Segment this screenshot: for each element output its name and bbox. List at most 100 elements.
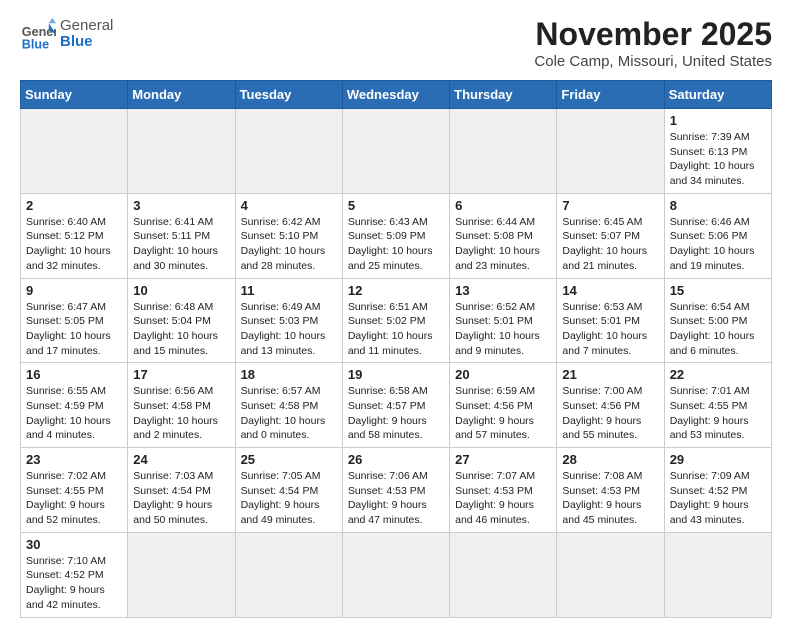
day-number: 30 bbox=[26, 537, 122, 552]
day-info: Sunrise: 6:48 AM Sunset: 5:04 PM Dayligh… bbox=[133, 300, 229, 359]
day-cell: 19Sunrise: 6:58 AM Sunset: 4:57 PM Dayli… bbox=[342, 363, 449, 448]
day-info: Sunrise: 7:09 AM Sunset: 4:52 PM Dayligh… bbox=[670, 469, 766, 528]
day-cell: 20Sunrise: 6:59 AM Sunset: 4:56 PM Dayli… bbox=[450, 363, 557, 448]
week-row-4: 23 Sunrise: 7:02 AM Sunset: 4:55 PM Dayli… bbox=[21, 448, 772, 533]
day-info: Sunrise: 6:53 AM Sunset: 5:01 PM Dayligh… bbox=[562, 300, 658, 359]
week-row-5: 30 Sunrise: 7:10 AM Sunset: 4:52 PM Dayli… bbox=[21, 532, 772, 617]
day-cell bbox=[557, 532, 664, 617]
day-info: Sunrise: 6:56 AM Sunset: 4:58 PM Dayligh… bbox=[133, 384, 229, 443]
day-number: 10 bbox=[133, 283, 229, 298]
day-info: Sunrise: 6:44 AM Sunset: 5:08 PM Dayligh… bbox=[455, 215, 551, 274]
day-number: 24 bbox=[133, 452, 229, 467]
day-info: Sunrise: 6:58 AM Sunset: 4:57 PM Dayligh… bbox=[348, 384, 444, 443]
day-info: Sunrise: 7:10 AM Sunset: 4:52 PM Dayligh… bbox=[26, 554, 122, 613]
weekday-header-friday: Friday bbox=[557, 81, 664, 109]
day-number: 16 bbox=[26, 367, 122, 382]
day-cell bbox=[342, 109, 449, 194]
day-number: 13 bbox=[455, 283, 551, 298]
week-row-3: 16 Sunrise: 6:55 AM Sunset: 4:59 PM Dayli… bbox=[21, 363, 772, 448]
day-cell: 11 Sunrise: 6:49 AM Sunset: 5:03 PM Dayli… bbox=[235, 278, 342, 363]
weekday-header-saturday: Saturday bbox=[664, 81, 771, 109]
day-info: Sunrise: 6:45 AM Sunset: 5:07 PM Dayligh… bbox=[562, 215, 658, 274]
month-title: November 2025 bbox=[534, 16, 772, 53]
day-cell: 26 Sunrise: 7:06 AM Sunset: 4:53 PM Dayli… bbox=[342, 448, 449, 533]
day-info: Sunrise: 6:55 AM Sunset: 4:59 PM Dayligh… bbox=[26, 384, 122, 443]
day-info: Sunrise: 7:00 AM Sunset: 4:56 PM Dayligh… bbox=[562, 384, 658, 443]
day-cell: 25Sunrise: 7:05 AM Sunset: 4:54 PM Dayli… bbox=[235, 448, 342, 533]
day-info: Sunrise: 6:46 AM Sunset: 5:06 PM Dayligh… bbox=[670, 215, 766, 274]
day-info: Sunrise: 7:07 AM Sunset: 4:53 PM Dayligh… bbox=[455, 469, 551, 528]
day-cell bbox=[450, 532, 557, 617]
day-info: Sunrise: 6:51 AM Sunset: 5:02 PM Dayligh… bbox=[348, 300, 444, 359]
day-cell bbox=[128, 109, 235, 194]
weekday-header-wednesday: Wednesday bbox=[342, 81, 449, 109]
day-cell: 18Sunrise: 6:57 AM Sunset: 4:58 PM Dayli… bbox=[235, 363, 342, 448]
day-number: 18 bbox=[241, 367, 337, 382]
day-cell: 30 Sunrise: 7:10 AM Sunset: 4:52 PM Dayli… bbox=[21, 532, 128, 617]
day-cell: 16 Sunrise: 6:55 AM Sunset: 4:59 PM Dayli… bbox=[21, 363, 128, 448]
logo-icon: General Blue bbox=[20, 16, 56, 52]
day-number: 28 bbox=[562, 452, 658, 467]
weekday-header-thursday: Thursday bbox=[450, 81, 557, 109]
day-number: 12 bbox=[348, 283, 444, 298]
day-cell: 23 Sunrise: 7:02 AM Sunset: 4:55 PM Dayli… bbox=[21, 448, 128, 533]
day-info: Sunrise: 6:49 AM Sunset: 5:03 PM Dayligh… bbox=[241, 300, 337, 359]
header-area: General Blue General Blue November 2025 … bbox=[20, 16, 772, 70]
day-cell: 10 Sunrise: 6:48 AM Sunset: 5:04 PM Dayli… bbox=[128, 278, 235, 363]
logo: General Blue General Blue bbox=[20, 16, 113, 52]
day-info: Sunrise: 6:42 AM Sunset: 5:10 PM Dayligh… bbox=[241, 215, 337, 274]
weekday-header-row: SundayMondayTuesdayWednesdayThursdayFrid… bbox=[21, 81, 772, 109]
day-cell bbox=[21, 109, 128, 194]
day-info: Sunrise: 7:06 AM Sunset: 4:53 PM Dayligh… bbox=[348, 469, 444, 528]
day-cell: 27 Sunrise: 7:07 AM Sunset: 4:53 PM Dayli… bbox=[450, 448, 557, 533]
location-title: Cole Camp, Missouri, United States bbox=[534, 53, 772, 70]
day-number: 11 bbox=[241, 283, 337, 298]
day-number: 6 bbox=[455, 198, 551, 213]
day-number: 26 bbox=[348, 452, 444, 467]
day-cell: 28 Sunrise: 7:08 AM Sunset: 4:53 PM Dayli… bbox=[557, 448, 664, 533]
day-info: Sunrise: 7:39 AM Sunset: 6:13 PM Dayligh… bbox=[670, 130, 766, 189]
day-cell: 6 Sunrise: 6:44 AM Sunset: 5:08 PM Daylig… bbox=[450, 193, 557, 278]
day-number: 2 bbox=[26, 198, 122, 213]
day-number: 21 bbox=[562, 367, 658, 382]
day-cell bbox=[128, 532, 235, 617]
weekday-header-tuesday: Tuesday bbox=[235, 81, 342, 109]
day-cell: 8Sunrise: 6:46 AM Sunset: 5:06 PM Daylig… bbox=[664, 193, 771, 278]
day-info: Sunrise: 6:47 AM Sunset: 5:05 PM Dayligh… bbox=[26, 300, 122, 359]
day-cell: 24Sunrise: 7:03 AM Sunset: 4:54 PM Dayli… bbox=[128, 448, 235, 533]
day-cell bbox=[664, 532, 771, 617]
day-number: 23 bbox=[26, 452, 122, 467]
day-info: Sunrise: 6:40 AM Sunset: 5:12 PM Dayligh… bbox=[26, 215, 122, 274]
day-cell: 17Sunrise: 6:56 AM Sunset: 4:58 PM Dayli… bbox=[128, 363, 235, 448]
day-cell bbox=[235, 532, 342, 617]
page: General Blue General Blue November 2025 … bbox=[0, 0, 792, 628]
day-cell: 15Sunrise: 6:54 AM Sunset: 5:00 PM Dayli… bbox=[664, 278, 771, 363]
week-row-2: 9Sunrise: 6:47 AM Sunset: 5:05 PM Daylig… bbox=[21, 278, 772, 363]
calendar-table: SundayMondayTuesdayWednesdayThursdayFrid… bbox=[20, 80, 772, 618]
day-info: Sunrise: 6:43 AM Sunset: 5:09 PM Dayligh… bbox=[348, 215, 444, 274]
day-cell: 13Sunrise: 6:52 AM Sunset: 5:01 PM Dayli… bbox=[450, 278, 557, 363]
day-info: Sunrise: 7:02 AM Sunset: 4:55 PM Dayligh… bbox=[26, 469, 122, 528]
day-number: 27 bbox=[455, 452, 551, 467]
day-number: 1 bbox=[670, 113, 766, 128]
day-number: 22 bbox=[670, 367, 766, 382]
day-info: Sunrise: 7:08 AM Sunset: 4:53 PM Dayligh… bbox=[562, 469, 658, 528]
day-number: 4 bbox=[241, 198, 337, 213]
day-cell: 7 Sunrise: 6:45 AM Sunset: 5:07 PM Daylig… bbox=[557, 193, 664, 278]
day-info: Sunrise: 7:05 AM Sunset: 4:54 PM Dayligh… bbox=[241, 469, 337, 528]
title-area: November 2025 Cole Camp, Missouri, Unite… bbox=[534, 16, 772, 70]
day-cell: 14Sunrise: 6:53 AM Sunset: 5:01 PM Dayli… bbox=[557, 278, 664, 363]
day-cell: 9Sunrise: 6:47 AM Sunset: 5:05 PM Daylig… bbox=[21, 278, 128, 363]
day-number: 20 bbox=[455, 367, 551, 382]
day-number: 15 bbox=[670, 283, 766, 298]
svg-text:Blue: Blue bbox=[22, 37, 49, 51]
day-cell: 4 Sunrise: 6:42 AM Sunset: 5:10 PM Daylig… bbox=[235, 193, 342, 278]
day-number: 3 bbox=[133, 198, 229, 213]
week-row-1: 2 Sunrise: 6:40 AM Sunset: 5:12 PM Daylig… bbox=[21, 193, 772, 278]
day-cell: 1 Sunrise: 7:39 AM Sunset: 6:13 PM Daylig… bbox=[664, 109, 771, 194]
day-number: 7 bbox=[562, 198, 658, 213]
logo-general-text: General bbox=[60, 18, 113, 35]
logo-blue-text: Blue bbox=[60, 34, 113, 51]
day-cell bbox=[235, 109, 342, 194]
day-number: 29 bbox=[670, 452, 766, 467]
